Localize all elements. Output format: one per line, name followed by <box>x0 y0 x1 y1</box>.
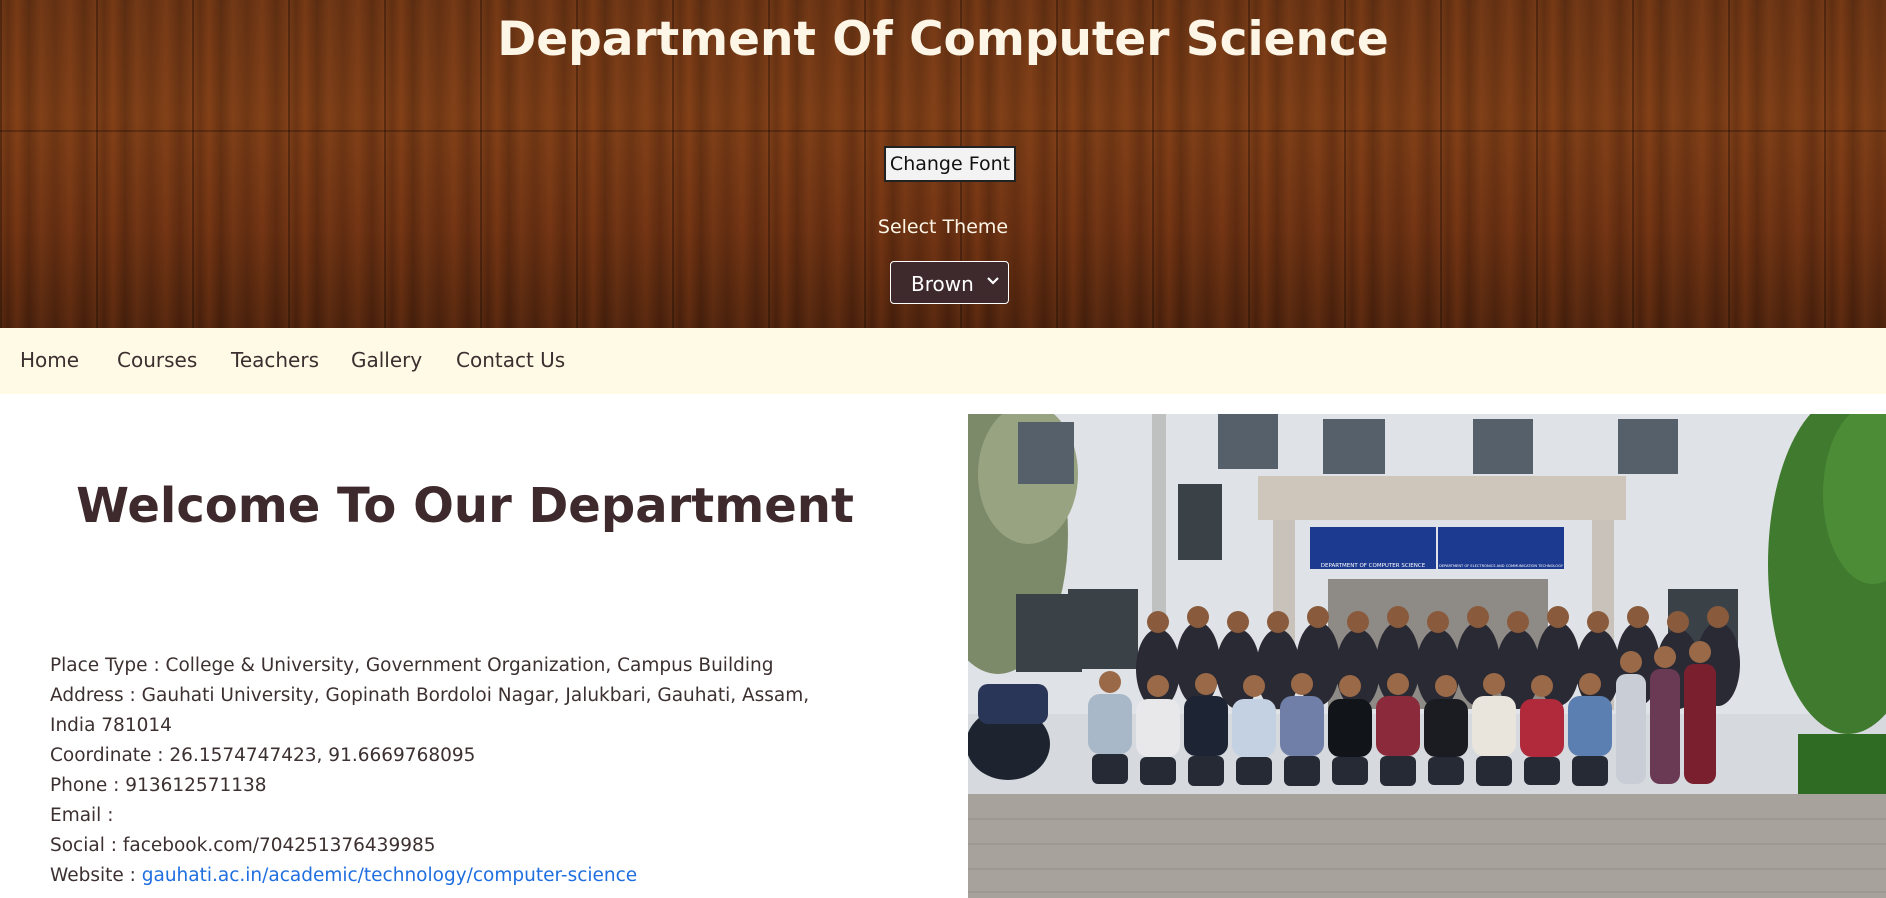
main-navbar: Home Courses Teachers Gallery Contact Us <box>0 328 1886 394</box>
coordinate-text: Coordinate : 26.1574747423, 91.666976809… <box>50 745 476 766</box>
phone-text: Phone : 913612571138 <box>50 775 267 796</box>
chevron-down-icon <box>986 270 1000 294</box>
website-link[interactable]: gauhati.ac.in/academic/technology/comput… <box>142 865 637 886</box>
nav-item-courses[interactable]: Courses <box>117 348 197 372</box>
change-font-button[interactable]: Change Font <box>884 146 1016 182</box>
website-label: Website : <box>50 865 142 886</box>
nav-item-teachers[interactable]: Teachers <box>231 348 319 372</box>
site-title: Department Of Computer Science <box>497 12 1389 67</box>
welcome-heading: Welcome To Our Department <box>76 478 854 534</box>
theme-select[interactable]: Brown <box>890 261 1009 304</box>
department-group-photo: DEPARTMENT OF COMPUTER SCIENCE DEPARTMEN… <box>968 414 1886 898</box>
nav-item-contact-us[interactable]: Contact Us <box>456 348 565 372</box>
nav-item-home[interactable]: Home <box>20 348 79 372</box>
sign-electronics: DEPARTMENT OF ELECTRONICS AND COMMUNICAT… <box>1439 564 1564 568</box>
website-row: Website : gauhati.ac.in/academic/technol… <box>50 861 850 891</box>
social-text: Social : facebook.com/704251376439985 <box>50 835 436 856</box>
select-theme-label: Select Theme <box>877 216 1009 238</box>
department-info: Place Type : College & University, Gover… <box>50 651 850 891</box>
email-text: Email : <box>50 805 114 826</box>
nav-item-gallery[interactable]: Gallery <box>351 348 422 372</box>
group-photo-illustration: DEPARTMENT OF COMPUTER SCIENCE DEPARTMEN… <box>968 414 1886 898</box>
theme-select-value: Brown <box>911 272 974 296</box>
place-type-text: Place Type : College & University, Gover… <box>50 655 774 676</box>
header-banner: Department Of Computer Science Change Fo… <box>0 0 1886 328</box>
address-text: Address : Gauhati University, Gopinath B… <box>50 685 810 736</box>
sign-computer-science: DEPARTMENT OF COMPUTER SCIENCE <box>1321 563 1426 569</box>
